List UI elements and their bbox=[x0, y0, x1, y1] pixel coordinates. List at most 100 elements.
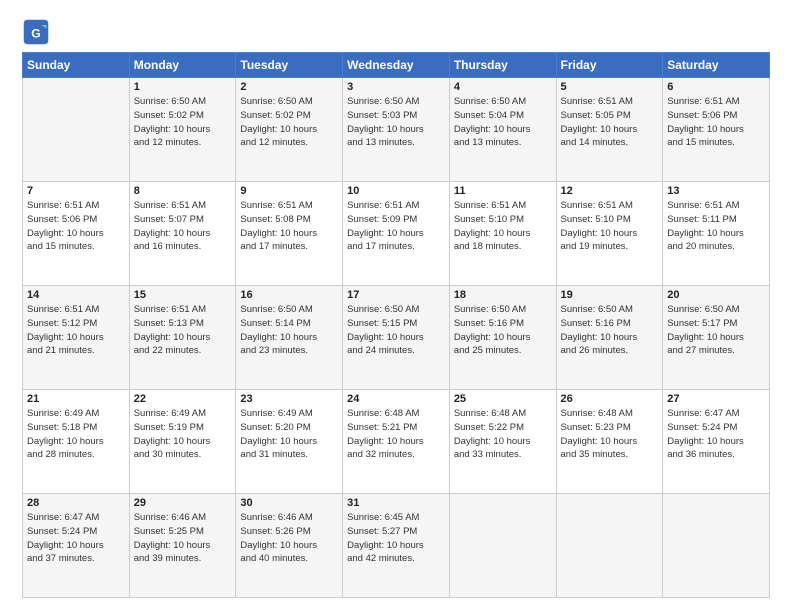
day-info: Sunrise: 6:48 AMSunset: 5:23 PMDaylight:… bbox=[561, 407, 659, 462]
day-cell: 9Sunrise: 6:51 AMSunset: 5:08 PMDaylight… bbox=[236, 182, 343, 286]
day-cell: 28Sunrise: 6:47 AMSunset: 5:24 PMDayligh… bbox=[23, 494, 130, 598]
day-info: Sunrise: 6:51 AMSunset: 5:10 PMDaylight:… bbox=[454, 199, 552, 254]
page-header: G bbox=[22, 18, 770, 46]
day-number: 6 bbox=[667, 81, 765, 93]
day-cell: 22 Sunrise: 6:49 AMSunset: 5:19 PMDayligh… bbox=[129, 390, 236, 494]
day-number: 7 bbox=[27, 185, 125, 197]
day-cell bbox=[23, 78, 130, 182]
day-cell: 27Sunrise: 6:47 AMSunset: 5:24 PMDayligh… bbox=[663, 390, 770, 494]
day-info: Sunrise: 6:50 AMSunset: 5:17 PMDaylight:… bbox=[667, 303, 765, 358]
day-info: Sunrise: 6:50 AMSunset: 5:15 PMDaylight:… bbox=[347, 303, 445, 358]
day-number: 29 bbox=[134, 497, 232, 509]
day-info: Sunrise: 6:50 AMSunset: 5:16 PMDaylight:… bbox=[454, 303, 552, 358]
day-cell: 29Sunrise: 6:46 AMSunset: 5:25 PMDayligh… bbox=[129, 494, 236, 598]
logo: G bbox=[22, 18, 54, 46]
week-row-2: 7 Sunrise: 6:51 AMSunset: 5:06 PMDaylight… bbox=[23, 182, 770, 286]
week-row-5: 28Sunrise: 6:47 AMSunset: 5:24 PMDayligh… bbox=[23, 494, 770, 598]
day-number: 1 bbox=[134, 81, 232, 93]
day-info: Sunrise: 6:51 AMSunset: 5:11 PMDaylight:… bbox=[667, 199, 765, 254]
day-number: 30 bbox=[240, 497, 338, 509]
day-number: 28 bbox=[27, 497, 125, 509]
header-cell-saturday: Saturday bbox=[663, 53, 770, 78]
day-cell: 5 Sunrise: 6:51 AMSunset: 5:05 PMDaylight… bbox=[556, 78, 663, 182]
header-cell-friday: Friday bbox=[556, 53, 663, 78]
day-number: 22 bbox=[134, 393, 232, 405]
day-cell: 1 Sunrise: 6:50 AMSunset: 5:02 PMDaylight… bbox=[129, 78, 236, 182]
day-info: Sunrise: 6:50 AMSunset: 5:02 PMDaylight:… bbox=[240, 95, 338, 150]
day-number: 2 bbox=[240, 81, 338, 93]
day-info: Sunrise: 6:51 AMSunset: 5:13 PMDaylight:… bbox=[134, 303, 232, 358]
day-cell bbox=[556, 494, 663, 598]
day-cell bbox=[449, 494, 556, 598]
day-cell: 11 Sunrise: 6:51 AMSunset: 5:10 PMDayligh… bbox=[449, 182, 556, 286]
day-info: Sunrise: 6:46 AMSunset: 5:26 PMDaylight:… bbox=[240, 511, 338, 566]
day-cell: 3 Sunrise: 6:50 AMSunset: 5:03 PMDaylight… bbox=[343, 78, 450, 182]
day-info: Sunrise: 6:50 AMSunset: 5:03 PMDaylight:… bbox=[347, 95, 445, 150]
day-number: 23 bbox=[240, 393, 338, 405]
day-number: 14 bbox=[27, 289, 125, 301]
day-number: 21 bbox=[27, 393, 125, 405]
day-info: Sunrise: 6:50 AMSunset: 5:02 PMDaylight:… bbox=[134, 95, 232, 150]
day-info: Sunrise: 6:49 AMSunset: 5:19 PMDaylight:… bbox=[134, 407, 232, 462]
day-number: 3 bbox=[347, 81, 445, 93]
day-number: 16 bbox=[240, 289, 338, 301]
day-number: 5 bbox=[561, 81, 659, 93]
day-info: Sunrise: 6:50 AMSunset: 5:14 PMDaylight:… bbox=[240, 303, 338, 358]
day-number: 26 bbox=[561, 393, 659, 405]
calendar-table: SundayMondayTuesdayWednesdayThursdayFrid… bbox=[22, 52, 770, 598]
day-info: Sunrise: 6:51 AMSunset: 5:07 PMDaylight:… bbox=[134, 199, 232, 254]
day-cell bbox=[663, 494, 770, 598]
day-info: Sunrise: 6:49 AMSunset: 5:18 PMDaylight:… bbox=[27, 407, 125, 462]
day-number: 17 bbox=[347, 289, 445, 301]
day-number: 20 bbox=[667, 289, 765, 301]
day-cell: 31 Sunrise: 6:45 AMSunset: 5:27 PMDayligh… bbox=[343, 494, 450, 598]
day-info: Sunrise: 6:51 AMSunset: 5:05 PMDaylight:… bbox=[561, 95, 659, 150]
day-number: 4 bbox=[454, 81, 552, 93]
day-cell: 30 Sunrise: 6:46 AMSunset: 5:26 PMDayligh… bbox=[236, 494, 343, 598]
day-cell: 13 Sunrise: 6:51 AMSunset: 5:11 PMDayligh… bbox=[663, 182, 770, 286]
day-cell: 19Sunrise: 6:50 AMSunset: 5:16 PMDayligh… bbox=[556, 286, 663, 390]
day-number: 13 bbox=[667, 185, 765, 197]
day-cell: 24Sunrise: 6:48 AMSunset: 5:21 PMDayligh… bbox=[343, 390, 450, 494]
day-cell: 4 Sunrise: 6:50 AMSunset: 5:04 PMDaylight… bbox=[449, 78, 556, 182]
day-info: Sunrise: 6:49 AMSunset: 5:20 PMDaylight:… bbox=[240, 407, 338, 462]
day-number: 31 bbox=[347, 497, 445, 509]
day-info: Sunrise: 6:47 AMSunset: 5:24 PMDaylight:… bbox=[667, 407, 765, 462]
day-cell: 16 Sunrise: 6:50 AMSunset: 5:14 PMDayligh… bbox=[236, 286, 343, 390]
header-cell-sunday: Sunday bbox=[23, 53, 130, 78]
day-number: 8 bbox=[134, 185, 232, 197]
day-info: Sunrise: 6:48 AMSunset: 5:22 PMDaylight:… bbox=[454, 407, 552, 462]
day-cell: 2 Sunrise: 6:50 AMSunset: 5:02 PMDaylight… bbox=[236, 78, 343, 182]
header-row: SundayMondayTuesdayWednesdayThursdayFrid… bbox=[23, 53, 770, 78]
day-number: 11 bbox=[454, 185, 552, 197]
calendar-page: G SundayMondayTuesdayWednesdayThursdayFr… bbox=[0, 0, 792, 612]
day-cell: 25 Sunrise: 6:48 AMSunset: 5:22 PMDayligh… bbox=[449, 390, 556, 494]
day-cell: 15 Sunrise: 6:51 AMSunset: 5:13 PMDayligh… bbox=[129, 286, 236, 390]
day-cell: 14 Sunrise: 6:51 AMSunset: 5:12 PMDayligh… bbox=[23, 286, 130, 390]
day-info: Sunrise: 6:51 AMSunset: 5:12 PMDaylight:… bbox=[27, 303, 125, 358]
header-cell-tuesday: Tuesday bbox=[236, 53, 343, 78]
day-cell: 6Sunrise: 6:51 AMSunset: 5:06 PMDaylight… bbox=[663, 78, 770, 182]
week-row-3: 14 Sunrise: 6:51 AMSunset: 5:12 PMDayligh… bbox=[23, 286, 770, 390]
day-cell: 26 Sunrise: 6:48 AMSunset: 5:23 PMDayligh… bbox=[556, 390, 663, 494]
header-cell-monday: Monday bbox=[129, 53, 236, 78]
day-cell: 21 Sunrise: 6:49 AMSunset: 5:18 PMDayligh… bbox=[23, 390, 130, 494]
day-info: Sunrise: 6:51 AMSunset: 5:09 PMDaylight:… bbox=[347, 199, 445, 254]
day-number: 12 bbox=[561, 185, 659, 197]
day-info: Sunrise: 6:45 AMSunset: 5:27 PMDaylight:… bbox=[347, 511, 445, 566]
day-cell: 7 Sunrise: 6:51 AMSunset: 5:06 PMDaylight… bbox=[23, 182, 130, 286]
day-info: Sunrise: 6:51 AMSunset: 5:08 PMDaylight:… bbox=[240, 199, 338, 254]
day-info: Sunrise: 6:51 AMSunset: 5:06 PMDaylight:… bbox=[27, 199, 125, 254]
day-number: 18 bbox=[454, 289, 552, 301]
header-cell-thursday: Thursday bbox=[449, 53, 556, 78]
day-info: Sunrise: 6:50 AMSunset: 5:16 PMDaylight:… bbox=[561, 303, 659, 358]
svg-text:G: G bbox=[31, 26, 41, 40]
day-number: 25 bbox=[454, 393, 552, 405]
day-number: 10 bbox=[347, 185, 445, 197]
day-info: Sunrise: 6:50 AMSunset: 5:04 PMDaylight:… bbox=[454, 95, 552, 150]
week-row-1: 1 Sunrise: 6:50 AMSunset: 5:02 PMDaylight… bbox=[23, 78, 770, 182]
day-info: Sunrise: 6:48 AMSunset: 5:21 PMDaylight:… bbox=[347, 407, 445, 462]
day-cell: 8 Sunrise: 6:51 AMSunset: 5:07 PMDaylight… bbox=[129, 182, 236, 286]
day-number: 15 bbox=[134, 289, 232, 301]
logo-icon: G bbox=[22, 18, 50, 46]
